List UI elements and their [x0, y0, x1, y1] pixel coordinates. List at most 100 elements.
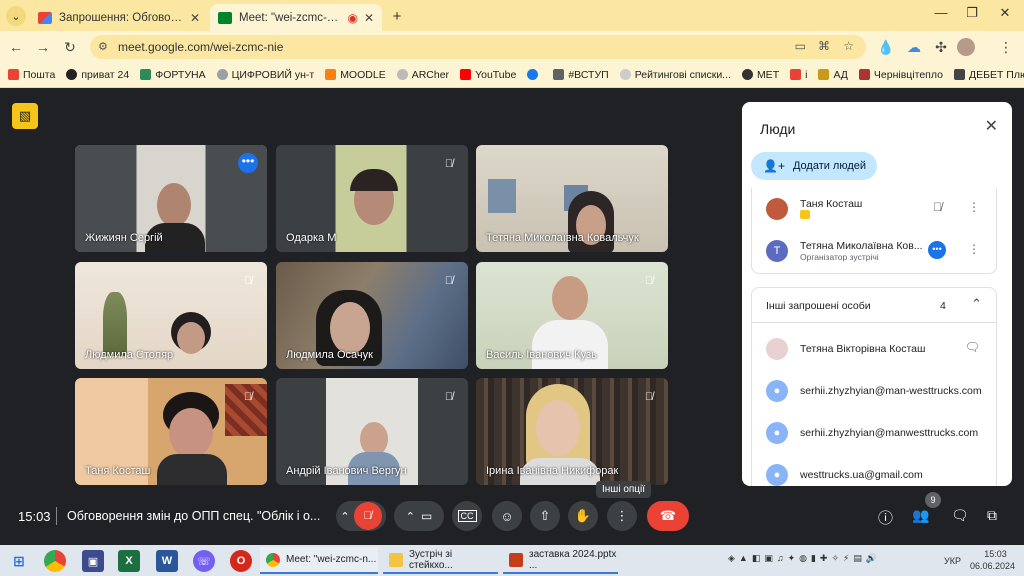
bookmark-item[interactable]: ЦИФРОВИЙ ун-т	[216, 69, 314, 81]
viber-icon[interactable]: ☏	[193, 550, 215, 572]
excel-icon[interactable]: X	[118, 550, 140, 572]
bookmark-item[interactable]: Рейтингові списки...	[619, 69, 731, 81]
bookmark-item[interactable]: MET	[741, 69, 779, 81]
taskbar-task-meet[interactable]: Meet: "wei-zcmc-n...	[260, 547, 378, 574]
add-people-button[interactable]: 👤+ Додати людей	[751, 152, 877, 180]
participant-name: Жижиян Сергій	[85, 232, 163, 244]
chat-icon[interactable]: 🗨	[965, 340, 980, 354]
participant-tile[interactable]: 🎙̸ Андрій Іванович Вергун	[276, 378, 468, 485]
clock-time: 15:03	[984, 549, 1007, 559]
forward-icon[interactable]: →	[33, 37, 53, 57]
chevron-up-icon[interactable]: ⌃	[340, 510, 349, 523]
person-silhouette	[169, 408, 213, 458]
person-silhouette	[536, 400, 580, 456]
activities-icon[interactable]: ⧉	[987, 507, 997, 524]
person-silhouette	[157, 183, 191, 227]
more-vert-icon[interactable]: ⋮	[968, 200, 980, 214]
info-icon[interactable]: ⓘ	[878, 507, 893, 528]
participant-tile[interactable]: 🎙̸ Одарка М	[276, 145, 468, 252]
extensions-puzzle-icon[interactable]: ✣	[931, 37, 951, 57]
back-icon[interactable]: ←	[6, 37, 26, 57]
extension-cloud-icon[interactable]: ☁	[904, 37, 924, 57]
camera-in-use-icon[interactable]: ▭	[795, 39, 806, 53]
participant-row[interactable]: Т Тетяна Миколаївна Ков... Організатор з…	[766, 232, 986, 270]
invited-count: 4	[940, 300, 946, 312]
windows-start-icon[interactable]: ⊞	[8, 550, 30, 572]
bookmark-item[interactable]: YouTube	[460, 69, 516, 81]
close-tab-icon[interactable]: ✕	[364, 11, 374, 25]
new-tab-button[interactable]: +	[387, 6, 407, 26]
bookmark-item[interactable]: Чернівцітепло	[858, 69, 943, 81]
input-language[interactable]: УКР	[944, 556, 961, 566]
bookmark-item[interactable]: АД	[818, 69, 848, 81]
bookmark-item[interactable]: ARCher	[396, 69, 449, 81]
minimize-icon[interactable]: —	[926, 5, 956, 20]
bookmark-item[interactable]: i	[790, 69, 807, 81]
chrome-icon	[266, 552, 280, 567]
participant-tile[interactable]: 🎙̸ Василь Іванович Кузь	[476, 262, 668, 369]
invited-row[interactable]: ● serhii.zhyzhyian@man-westtrucks.com	[766, 372, 986, 410]
more-vert-icon[interactable]: ⋮	[968, 242, 980, 256]
close-tab-icon[interactable]: ✕	[190, 11, 200, 25]
save-icon[interactable]: ▣	[82, 550, 104, 572]
camera-off-badge[interactable]: ▧	[12, 103, 38, 129]
painting-decor	[488, 179, 516, 213]
close-panel-icon[interactable]: ✕	[985, 116, 998, 136]
raise-hand-button[interactable]: ✋	[568, 501, 598, 531]
chat-icon[interactable]: 🗨	[951, 507, 969, 524]
chevron-up-icon[interactable]: ⌃	[406, 510, 415, 523]
invited-row[interactable]: ● serhii.zhyzhyian@manwesttrucks.com	[766, 414, 986, 452]
tab-invitation[interactable]: Запрошення: Обговорення змін до ОПП спец…	[30, 4, 208, 31]
bookmark-item[interactable]: ДЕБЕТ Плюс	[953, 69, 1024, 81]
present-button[interactable]: ⇧	[530, 501, 560, 531]
person-silhouette	[360, 422, 388, 456]
reload-icon[interactable]: ↻	[60, 37, 80, 57]
reactions-button[interactable]: ☺	[492, 501, 522, 531]
participant-tile[interactable]: ••• Жижиян Сергій	[75, 145, 267, 252]
more-options-button[interactable]: ⋮	[607, 501, 637, 531]
people-icon[interactable]: 👥	[912, 507, 929, 524]
clock[interactable]: 15:03 06.06.2024	[970, 549, 1015, 571]
leave-call-button[interactable]: ☎	[647, 501, 689, 531]
opera-icon[interactable]: O	[230, 550, 252, 572]
bookmark-item[interactable]: #ВСТУП	[553, 69, 609, 81]
participant-row[interactable]: Таня Косташ 🎙̸ ⋮	[766, 190, 986, 228]
bookmark-item[interactable]: MOODLE	[325, 69, 386, 81]
restore-icon[interactable]: ❐	[957, 5, 987, 21]
invited-row[interactable]: ● westtrucks.ua@gmail.com	[766, 456, 986, 494]
camera-toggle-button[interactable]: ▭	[421, 509, 432, 523]
participant-tile[interactable]: 🎙̸ Людмила Осачук	[276, 262, 468, 369]
bookmark-star-icon[interactable]: ☆	[843, 39, 854, 53]
mic-off-icon: 🎙̸	[243, 391, 253, 403]
participant-tile[interactable]: 🎙̸ Ірина Іванівна Никифорак	[476, 378, 668, 485]
address-bar[interactable]: ⚙ meet.google.com/wei-zcmc-nie ▭ ⌘ ☆	[90, 35, 866, 59]
mic-toggle-button[interactable]: 🎙̸	[353, 502, 382, 530]
bookmark-item[interactable]: приват 24	[66, 69, 129, 81]
translate-icon[interactable]: ⌘	[818, 39, 830, 53]
taskbar-task-folder[interactable]: Зустріч зі стейкхо...	[383, 547, 498, 574]
word-icon[interactable]: W	[156, 550, 178, 572]
tab-meet[interactable]: Meet: "wei-zcmc-nie" ◉ ✕	[210, 4, 382, 31]
menu-icon[interactable]: ⋮	[996, 37, 1016, 57]
close-window-icon[interactable]: ✕	[990, 5, 1020, 21]
extension-drop-icon[interactable]: 💧	[876, 37, 896, 57]
taskbar-task-powerpoint[interactable]: заставка 2024.pptx ...	[503, 547, 618, 574]
participants-card: Таня Косташ 🎙̸ ⋮ Т Тетяна Миколаївна Ков…	[751, 188, 997, 274]
participant-tile[interactable]: 🎙̸ Людмила Столяр	[75, 262, 267, 369]
teplo-icon	[858, 69, 870, 80]
bookmark-item[interactable]: ФОРТУНА	[140, 69, 206, 81]
bookmark-item[interactable]	[527, 69, 542, 80]
profile-avatar[interactable]	[957, 38, 975, 56]
participant-tile[interactable]: 🎙̸ Таня Косташ	[75, 378, 267, 485]
bookmark-item[interactable]: Пошта	[8, 69, 55, 81]
participant-tile[interactable]: Тетяна Миколаївна Ковальчук	[476, 145, 668, 252]
system-tray-icons[interactable]: ◈▲◧▣♫✦◍▮✚✧⚡▤🔊	[728, 553, 881, 564]
invited-row[interactable]: Тетяна Вікторівна Косташ 🗨	[766, 330, 986, 368]
ad-icon	[818, 69, 830, 80]
tab-search-button[interactable]: ⌄	[6, 6, 26, 26]
captions-button[interactable]: CC	[452, 501, 482, 531]
chrome-icon[interactable]	[44, 550, 66, 572]
more-options-button[interactable]: •••	[238, 153, 258, 173]
site-info-icon[interactable]: ⚙	[98, 40, 112, 54]
collapse-icon[interactable]: ⌃	[971, 296, 982, 312]
